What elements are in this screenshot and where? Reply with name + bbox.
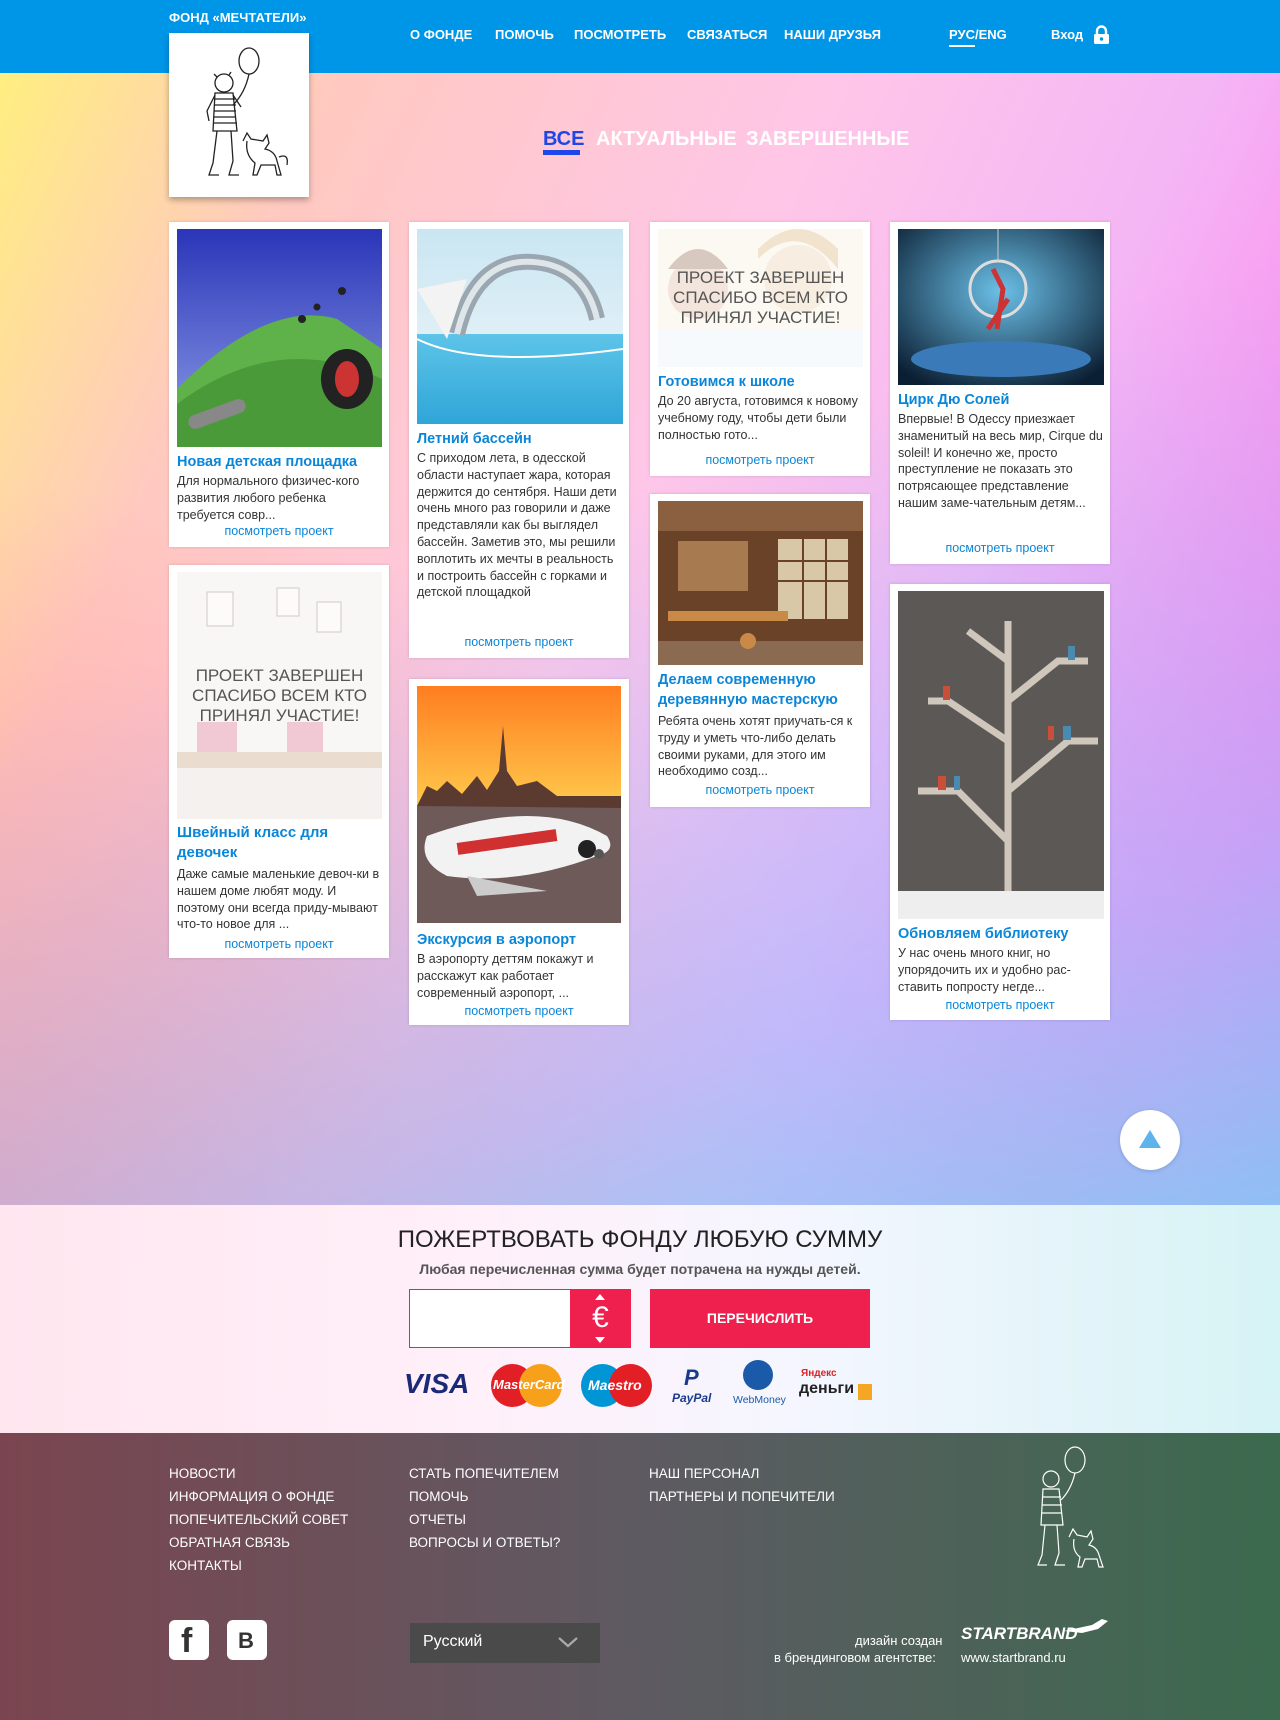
project-card[interactable]: ПРОЕКТ ЗАВЕРШЕН СПАСИБО ВСЕМ КТО ПРИНЯЛ … [169,565,389,958]
project-description: Впервые! В Одессу приезжает знаменитый н… [898,412,1103,510]
donate-title: ПОЖЕРТВОВАТЬ ФОНДУ ЛЮБУЮ СУММУ [397,1226,883,1253]
agency-url[interactable]: www.startbrand.ru [961,1650,1066,1665]
plane-icon [1064,1619,1108,1633]
project-title[interactable]: Цирк Дю Солей [898,390,1102,410]
project-image [898,591,1104,919]
facebook-icon: f [181,1622,193,1660]
view-project-link[interactable]: посмотреть проект [409,1004,629,1018]
project-title[interactable]: Обновляем библиотеку [898,924,1102,944]
filter-finished[interactable]: ЗАВЕРШЕННЫЕ [746,128,909,151]
logo[interactable] [169,33,309,197]
view-project-link[interactable]: посмотреть проект [650,783,870,797]
footer: НОВОСТИ ИНФОРМАЦИЯ О ФОНДЕ ПОПЕЧИТЕЛЬСКИ… [0,1433,1280,1720]
footer-link[interactable]: СТАТЬ ПОПЕЧИТЕЛЕМ [409,1466,559,1481]
webmoney-logo: WebMoney [730,1360,788,1408]
project-image [417,686,621,923]
filter-all[interactable]: ВСЕ [543,128,584,151]
nav-contact[interactable]: СВЯЗАТЬСЯ [687,27,767,42]
view-project-link[interactable]: посмотреть проект [409,635,629,649]
project-description: Для нормального физичес-кого развития лю… [177,474,360,522]
project-card[interactable]: Делаем современную деревянную мастерскую… [650,494,870,807]
transfer-button[interactable]: ПЕРЕЧИСЛИТЬ [650,1289,870,1348]
view-project-link[interactable]: посмотреть проект [890,541,1110,555]
boy-balloon-footer-icon [1037,1446,1104,1568]
facebook-button[interactable]: f [169,1620,209,1660]
project-description: В аэропорту деттям покажут и расскажут к… [417,952,594,1000]
login-link[interactable]: Вход [1051,27,1083,42]
vkontakte-icon: В [238,1628,254,1653]
credit-line-1: дизайн создан [855,1633,943,1648]
project-image: ПРОЕКТ ЗАВЕРШЕН СПАСИБО ВСЕМ КТО ПРИНЯЛ … [658,229,863,367]
nav-view[interactable]: ПОСМОТРЕТЬ [574,27,666,42]
view-project-link[interactable]: посмотреть проект [890,998,1110,1012]
view-project-link[interactable]: посмотреть проект [650,453,870,467]
footer-link[interactable]: ПАРТНЕРЫ И ПОПЕЧИТЕЛИ [649,1489,835,1504]
language-select-value: Русский [423,1633,483,1650]
filter-current[interactable]: АКТУАЛЬНЫЕ [596,128,737,151]
project-title[interactable]: Готовимся к школе [658,372,862,392]
project-card[interactable]: Цирк Дю Солей Впервые! В Одессу приезжае… [890,222,1110,564]
finished-overlay: ПРОЕКТ ЗАВЕРШЕН СПАСИБО ВСЕМ КТО ПРИНЯЛ … [658,229,863,367]
yandex-money-logo: Яндекс деньги [799,1368,874,1408]
boy-balloon-logo [206,47,288,176]
scroll-to-top-button[interactable] [1120,1110,1180,1170]
finished-overlay: ПРОЕКТ ЗАВЕРШЕН СПАСИБО ВСЕМ КТО ПРИНЯЛ … [177,572,382,819]
project-description: У нас очень много книг, но упорядочить и… [898,946,1071,994]
view-project-link[interactable]: посмотреть проект [169,524,389,538]
vkontakte-button[interactable]: В [227,1620,267,1660]
footer-link[interactable]: ВОПРОСЫ И ОТВЕТЫ? [409,1535,560,1550]
footer-link[interactable]: ОТЧЕТЫ [409,1512,466,1527]
project-card[interactable]: ПРОЕКТ ЗАВЕРШЕН СПАСИБО ВСЕМ КТО ПРИНЯЛ … [650,222,870,476]
project-title[interactable]: Летний бассейн [417,429,621,449]
lock-icon[interactable] [1093,25,1110,45]
project-image [658,501,863,665]
footer-link[interactable]: НАШ ПЕРСОНАЛ [649,1466,759,1481]
project-title[interactable]: Швейный класс для девочек [177,823,381,863]
nav-friends[interactable]: НАШИ ДРУЗЬЯ [784,27,881,42]
credit-line-2: в брендинговом агентстве: [774,1650,936,1665]
project-description: Ребята очень хотят приучать-ся к труду и… [658,714,853,779]
footer-link[interactable]: ОБРАТНАЯ СВЯЗЬ [169,1535,290,1550]
footer-link[interactable]: ИНФОРМАЦИЯ О ФОНДЕ [169,1489,334,1504]
nav-about[interactable]: О ФОНДЕ [410,27,472,42]
currency-symbol: € [592,1301,609,1334]
paypal-logo: P PayPal [672,1365,712,1405]
chevron-down-icon [558,1637,578,1648]
footer-link[interactable]: НОВОСТИ [169,1466,236,1481]
donate-section: ПОЖЕРТВОВАТЬ ФОНДУ ЛЮБУЮ СУММУ Любая пер… [0,1205,1280,1433]
project-description: С приходом лета, в одесской области наст… [417,451,617,600]
brand-name: ФОНД «МЕЧТАТЕЛИ» [169,10,307,25]
project-image [417,229,623,424]
project-description: Даже самые маленькие девоч-ки в нашем до… [177,867,380,932]
project-title[interactable]: Делаем современную деревянную мастерскую [658,670,862,710]
donate-subtitle: Любая перечисленная сумма будет потрачен… [419,1261,861,1277]
mastercard-logo: MasterCard [491,1364,565,1407]
footer-link[interactable]: КОНТАКТЫ [169,1558,242,1573]
visa-logo: VISA [404,1368,470,1399]
footer-link[interactable]: ПОМОЧЬ [409,1489,469,1504]
project-card[interactable]: Новая детская площадка Для нормального ф… [169,222,389,547]
language-switch[interactable]: РУС/ENG [949,27,1007,42]
project-card[interactable]: Летний бассейн С приходом лета, в одесск… [409,222,629,658]
footer-link[interactable]: ПОПЕЧИТЕЛЬСКИЙ СОВЕТ [169,1512,348,1527]
project-card[interactable]: Экскурсия в аэропорт В аэропорту деттям … [409,679,629,1025]
agency-logo[interactable]: STARTBRAND [961,1624,1077,1644]
filter-active-underline [543,150,580,155]
language-select[interactable]: Русский [410,1623,600,1663]
language-underline [949,45,975,47]
currency-selector[interactable]: € [570,1289,631,1348]
project-image [177,229,382,447]
project-title[interactable]: Новая детская площадка [177,452,381,472]
view-project-link[interactable]: посмотреть проект [169,937,389,951]
project-description: До 20 августа, готовимся к новому учебно… [658,394,858,442]
nav-help[interactable]: ПОМОЧЬ [495,27,554,42]
project-card[interactable]: Обновляем библиотеку У нас очень много к… [890,584,1110,1020]
project-image [898,229,1104,385]
project-title[interactable]: Экскурсия в аэропорт [417,930,621,950]
maestro-logo: Maestro [581,1364,652,1407]
project-image: ПРОЕКТ ЗАВЕРШЕН СПАСИБО ВСЕМ КТО ПРИНЯЛ … [177,572,382,819]
